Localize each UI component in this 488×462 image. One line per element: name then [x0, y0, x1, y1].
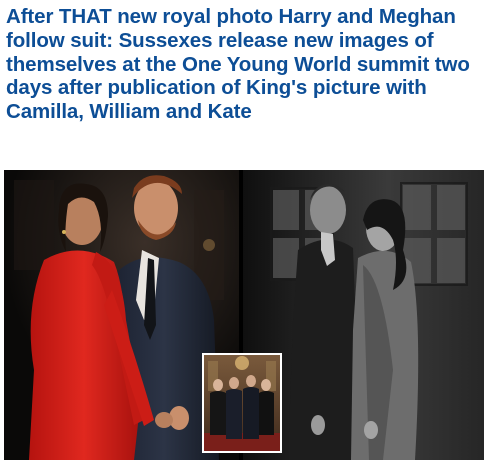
headline-link[interactable]: After THAT new royal photo Harry and Meg… — [6, 5, 484, 124]
inset-royal-portrait-image — [204, 355, 280, 451]
article-card[interactable]: After THAT new royal photo Harry and Meg… — [0, 0, 488, 462]
inset-royal-portrait[interactable] — [202, 353, 282, 453]
photo-strip[interactable] — [4, 170, 484, 460]
